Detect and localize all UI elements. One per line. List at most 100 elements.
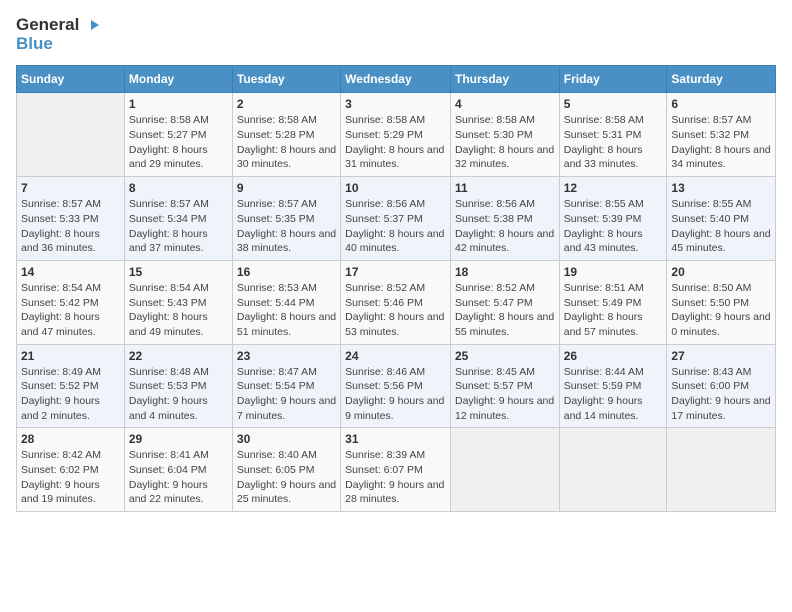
calendar-cell: 1 Sunrise: 8:58 AMSunset: 5:27 PMDaylight…: [124, 93, 232, 177]
day-info: Sunrise: 8:48 AMSunset: 5:53 PMDaylight:…: [129, 365, 228, 424]
day-number: 14: [21, 265, 120, 279]
day-info: Sunrise: 8:43 AMSunset: 6:00 PMDaylight:…: [671, 365, 771, 424]
day-number: 22: [129, 349, 228, 363]
day-info: Sunrise: 8:39 AMSunset: 6:07 PMDaylight:…: [345, 448, 446, 507]
calendar-cell: 29 Sunrise: 8:41 AMSunset: 6:04 PMDayligh…: [124, 428, 232, 512]
day-info: Sunrise: 8:58 AMSunset: 5:30 PMDaylight:…: [455, 113, 555, 172]
calendar-week-row: 14 Sunrise: 8:54 AMSunset: 5:42 PMDayligh…: [17, 260, 776, 344]
calendar-cell: 12 Sunrise: 8:55 AMSunset: 5:39 PMDayligh…: [559, 177, 667, 261]
day-of-week-header: Monday: [124, 66, 232, 93]
calendar-cell: 8 Sunrise: 8:57 AMSunset: 5:34 PMDaylight…: [124, 177, 232, 261]
calendar-cell: 10 Sunrise: 8:56 AMSunset: 5:37 PMDayligh…: [341, 177, 451, 261]
day-number: 27: [671, 349, 771, 363]
day-number: 7: [21, 181, 120, 195]
day-number: 9: [237, 181, 336, 195]
calendar-week-row: 7 Sunrise: 8:57 AMSunset: 5:33 PMDaylight…: [17, 177, 776, 261]
day-info: Sunrise: 8:57 AMSunset: 5:35 PMDaylight:…: [237, 197, 336, 256]
calendar-cell: 20 Sunrise: 8:50 AMSunset: 5:50 PMDayligh…: [667, 260, 776, 344]
day-info: Sunrise: 8:58 AMSunset: 5:27 PMDaylight:…: [129, 113, 228, 172]
day-info: Sunrise: 8:54 AMSunset: 5:43 PMDaylight:…: [129, 281, 228, 340]
day-info: Sunrise: 8:57 AMSunset: 5:33 PMDaylight:…: [21, 197, 120, 256]
day-info: Sunrise: 8:55 AMSunset: 5:39 PMDaylight:…: [564, 197, 663, 256]
day-number: 26: [564, 349, 663, 363]
day-number: 11: [455, 181, 555, 195]
day-of-week-header: Thursday: [450, 66, 559, 93]
calendar-cell: 27 Sunrise: 8:43 AMSunset: 6:00 PMDayligh…: [667, 344, 776, 428]
day-info: Sunrise: 8:49 AMSunset: 5:52 PMDaylight:…: [21, 365, 120, 424]
calendar-cell: [17, 93, 125, 177]
day-info: Sunrise: 8:44 AMSunset: 5:59 PMDaylight:…: [564, 365, 663, 424]
calendar-cell: 18 Sunrise: 8:52 AMSunset: 5:47 PMDayligh…: [450, 260, 559, 344]
day-info: Sunrise: 8:58 AMSunset: 5:31 PMDaylight:…: [564, 113, 663, 172]
day-number: 31: [345, 432, 446, 446]
day-number: 4: [455, 97, 555, 111]
calendar-table: SundayMondayTuesdayWednesdayThursdayFrid…: [16, 65, 776, 512]
calendar-cell: 30Sunrise: 8:40 AMSunset: 6:05 PMDayligh…: [232, 428, 340, 512]
day-number: 5: [564, 97, 663, 111]
day-number: 24: [345, 349, 446, 363]
calendar-cell: 28Sunrise: 8:42 AMSunset: 6:02 PMDayligh…: [17, 428, 125, 512]
calendar-week-row: 28Sunrise: 8:42 AMSunset: 6:02 PMDayligh…: [17, 428, 776, 512]
calendar-cell: 24 Sunrise: 8:46 AMSunset: 5:56 PMDayligh…: [341, 344, 451, 428]
logo-general: General: [16, 16, 79, 35]
day-number: 17: [345, 265, 446, 279]
day-info: Sunrise: 8:50 AMSunset: 5:50 PMDaylight:…: [671, 281, 771, 340]
calendar-cell: 4 Sunrise: 8:58 AMSunset: 5:30 PMDaylight…: [450, 93, 559, 177]
day-info: Sunrise: 8:41 AMSunset: 6:04 PMDaylight:…: [129, 448, 228, 507]
calendar-cell: 13Sunrise: 8:55 AMSunset: 5:40 PMDayligh…: [667, 177, 776, 261]
day-info: Sunrise: 8:56 AMSunset: 5:37 PMDaylight:…: [345, 197, 446, 256]
day-number: 25: [455, 349, 555, 363]
calendar-cell: 25Sunrise: 8:45 AMSunset: 5:57 PMDayligh…: [450, 344, 559, 428]
day-info: Sunrise: 8:57 AMSunset: 5:32 PMDaylight:…: [671, 113, 771, 172]
calendar-cell: 2Sunrise: 8:58 AMSunset: 5:28 PMDaylight…: [232, 93, 340, 177]
logo-blue: Blue: [16, 35, 53, 54]
day-number: 8: [129, 181, 228, 195]
day-number: 3: [345, 97, 446, 111]
calendar-cell: [559, 428, 667, 512]
day-number: 29: [129, 432, 228, 446]
calendar-cell: 6Sunrise: 8:57 AMSunset: 5:32 PMDaylight…: [667, 93, 776, 177]
calendar-header-row: SundayMondayTuesdayWednesdayThursdayFrid…: [17, 66, 776, 93]
day-number: 18: [455, 265, 555, 279]
day-info: Sunrise: 8:57 AMSunset: 5:34 PMDaylight:…: [129, 197, 228, 256]
day-info: Sunrise: 8:46 AMSunset: 5:56 PMDaylight:…: [345, 365, 446, 424]
day-number: 10: [345, 181, 446, 195]
calendar-cell: 3 Sunrise: 8:58 AMSunset: 5:29 PMDaylight…: [341, 93, 451, 177]
calendar-week-row: 1 Sunrise: 8:58 AMSunset: 5:27 PMDaylight…: [17, 93, 776, 177]
day-info: Sunrise: 8:52 AMSunset: 5:46 PMDaylight:…: [345, 281, 446, 340]
day-number: 23: [237, 349, 336, 363]
day-number: 19: [564, 265, 663, 279]
calendar-cell: 5 Sunrise: 8:58 AMSunset: 5:31 PMDaylight…: [559, 93, 667, 177]
day-info: Sunrise: 8:58 AMSunset: 5:28 PMDaylight:…: [237, 113, 336, 172]
logo-bird-icon: [81, 16, 99, 34]
calendar-cell: 31 Sunrise: 8:39 AMSunset: 6:07 PMDayligh…: [341, 428, 451, 512]
calendar-cell: 19Sunrise: 8:51 AMSunset: 5:49 PMDayligh…: [559, 260, 667, 344]
day-number: 15: [129, 265, 228, 279]
day-number: 28: [21, 432, 120, 446]
day-number: 1: [129, 97, 228, 111]
day-of-week-header: Friday: [559, 66, 667, 93]
day-number: 12: [564, 181, 663, 195]
logo: General Blue: [16, 16, 99, 53]
page-header: General Blue: [16, 16, 776, 53]
calendar-cell: 17 Sunrise: 8:52 AMSunset: 5:46 PMDayligh…: [341, 260, 451, 344]
day-number: 20: [671, 265, 771, 279]
calendar-cell: [450, 428, 559, 512]
calendar-cell: 14 Sunrise: 8:54 AMSunset: 5:42 PMDayligh…: [17, 260, 125, 344]
calendar-cell: 9 Sunrise: 8:57 AMSunset: 5:35 PMDaylight…: [232, 177, 340, 261]
calendar-week-row: 21Sunrise: 8:49 AMSunset: 5:52 PMDayligh…: [17, 344, 776, 428]
day-of-week-header: Sunday: [17, 66, 125, 93]
calendar-cell: 22 Sunrise: 8:48 AMSunset: 5:53 PMDayligh…: [124, 344, 232, 428]
day-number: 16: [237, 265, 336, 279]
day-number: 30: [237, 432, 336, 446]
day-info: Sunrise: 8:52 AMSunset: 5:47 PMDaylight:…: [455, 281, 555, 340]
calendar-cell: [667, 428, 776, 512]
day-info: Sunrise: 8:56 AMSunset: 5:38 PMDaylight:…: [455, 197, 555, 256]
day-info: Sunrise: 8:58 AMSunset: 5:29 PMDaylight:…: [345, 113, 446, 172]
calendar-cell: 15 Sunrise: 8:54 AMSunset: 5:43 PMDayligh…: [124, 260, 232, 344]
day-info: Sunrise: 8:47 AMSunset: 5:54 PMDaylight:…: [237, 365, 336, 424]
calendar-cell: 23 Sunrise: 8:47 AMSunset: 5:54 PMDayligh…: [232, 344, 340, 428]
day-info: Sunrise: 8:54 AMSunset: 5:42 PMDaylight:…: [21, 281, 120, 340]
day-info: Sunrise: 8:55 AMSunset: 5:40 PMDaylight:…: [671, 197, 771, 256]
day-of-week-header: Wednesday: [341, 66, 451, 93]
